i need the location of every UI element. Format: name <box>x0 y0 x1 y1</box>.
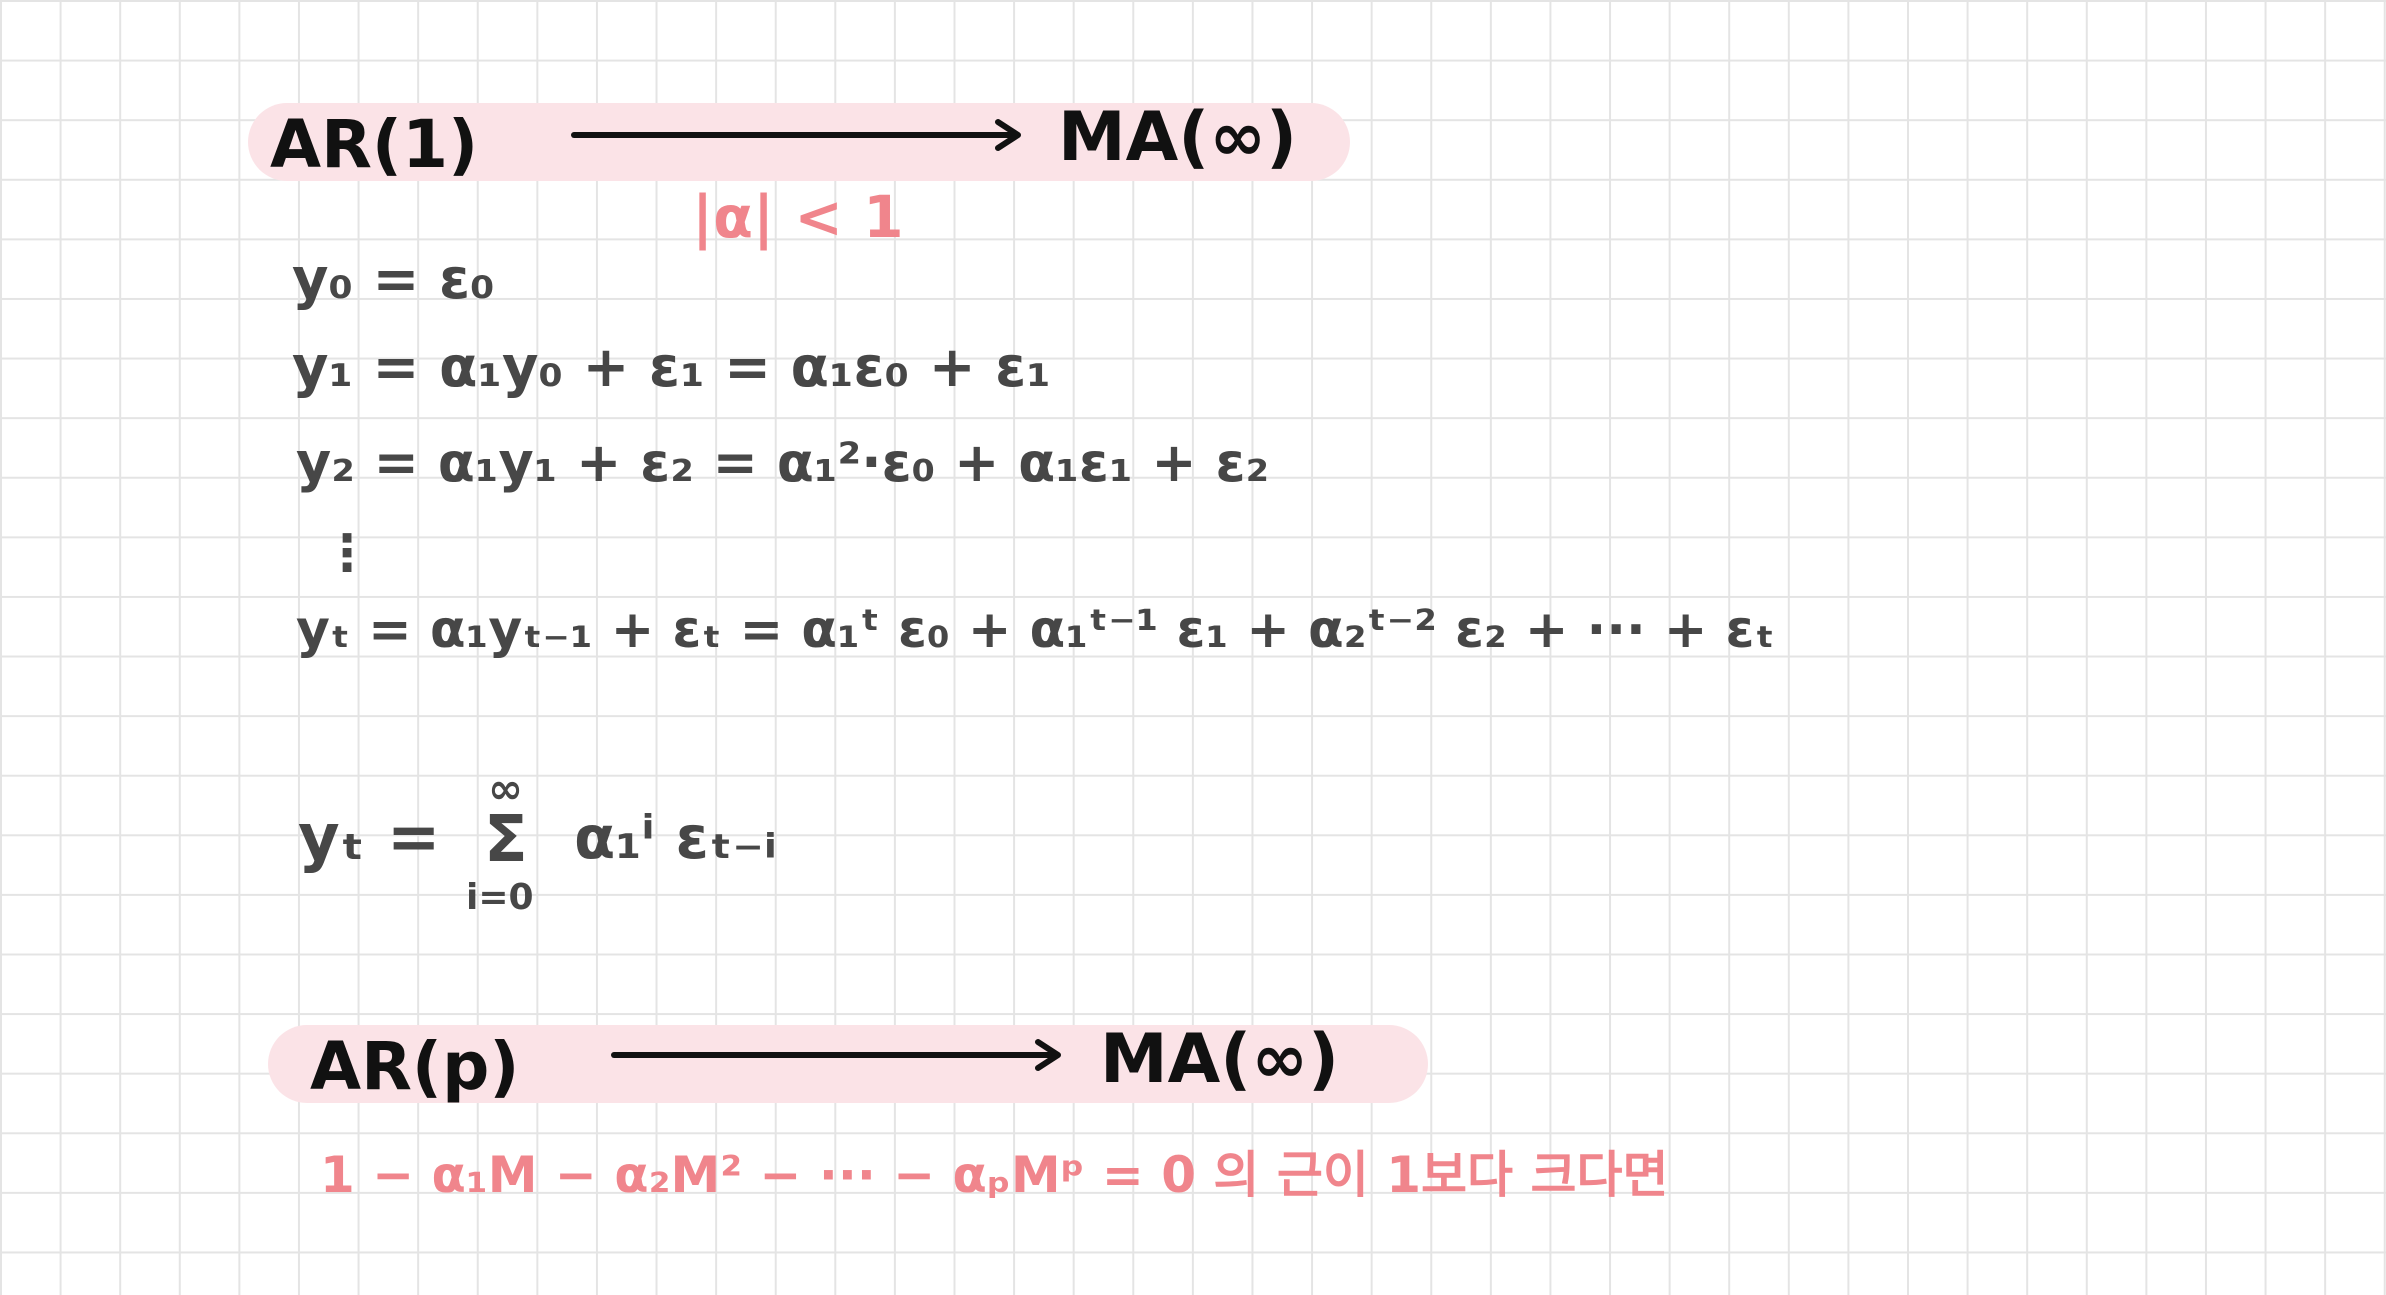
arp-to-ma-arrow <box>611 1039 1061 1071</box>
equation-y1: y₁ = α₁y₀ + ε₁ = α₁ε₀ + ε₁ <box>292 335 1051 400</box>
sigma-symbol: Σ <box>484 803 528 877</box>
stationarity-condition-ar1: |α| < 1 <box>692 183 904 251</box>
summation-block: ∞ Σ i=0 <box>458 768 568 918</box>
note-page: AR(1) MA(∞) |α| < 1 y₀ = ε₀ y₁ = α₁y₀ + … <box>0 0 2386 1295</box>
sum-lower-limit: i=0 <box>466 877 534 918</box>
sum-lhs: yₜ = <box>298 801 441 875</box>
ma-infinity-label-2: MA(∞) <box>1100 1020 1340 1099</box>
ar1-label: AR(1) <box>270 106 479 183</box>
equation-y2: y₂ = α₁y₁ + ε₂ = α₁²·ε₀ + α₁ε₁ + ε₂ <box>296 431 1270 494</box>
equation-y0: y₀ = ε₀ <box>292 247 495 312</box>
vertical-ellipsis: ⋮ <box>322 524 372 582</box>
arp-label: AR(p) <box>310 1028 520 1105</box>
equation-yt: yₜ = α₁yₜ₋₁ + εₜ = α₁ᵗ ε₀ + α₁ᵗ⁻¹ ε₁ + α… <box>296 600 1775 660</box>
ma-infinity-label-1: MA(∞) <box>1058 98 1298 177</box>
ar1-to-ma-arrow <box>571 119 1021 151</box>
stationarity-condition-arp: 1 − α₁M − α₂M² − ··· − αₚMᵖ = 0 의 근이 1보다… <box>320 1146 1669 1204</box>
sum-term: α₁ⁱ εₜ₋ᵢ <box>574 803 778 873</box>
